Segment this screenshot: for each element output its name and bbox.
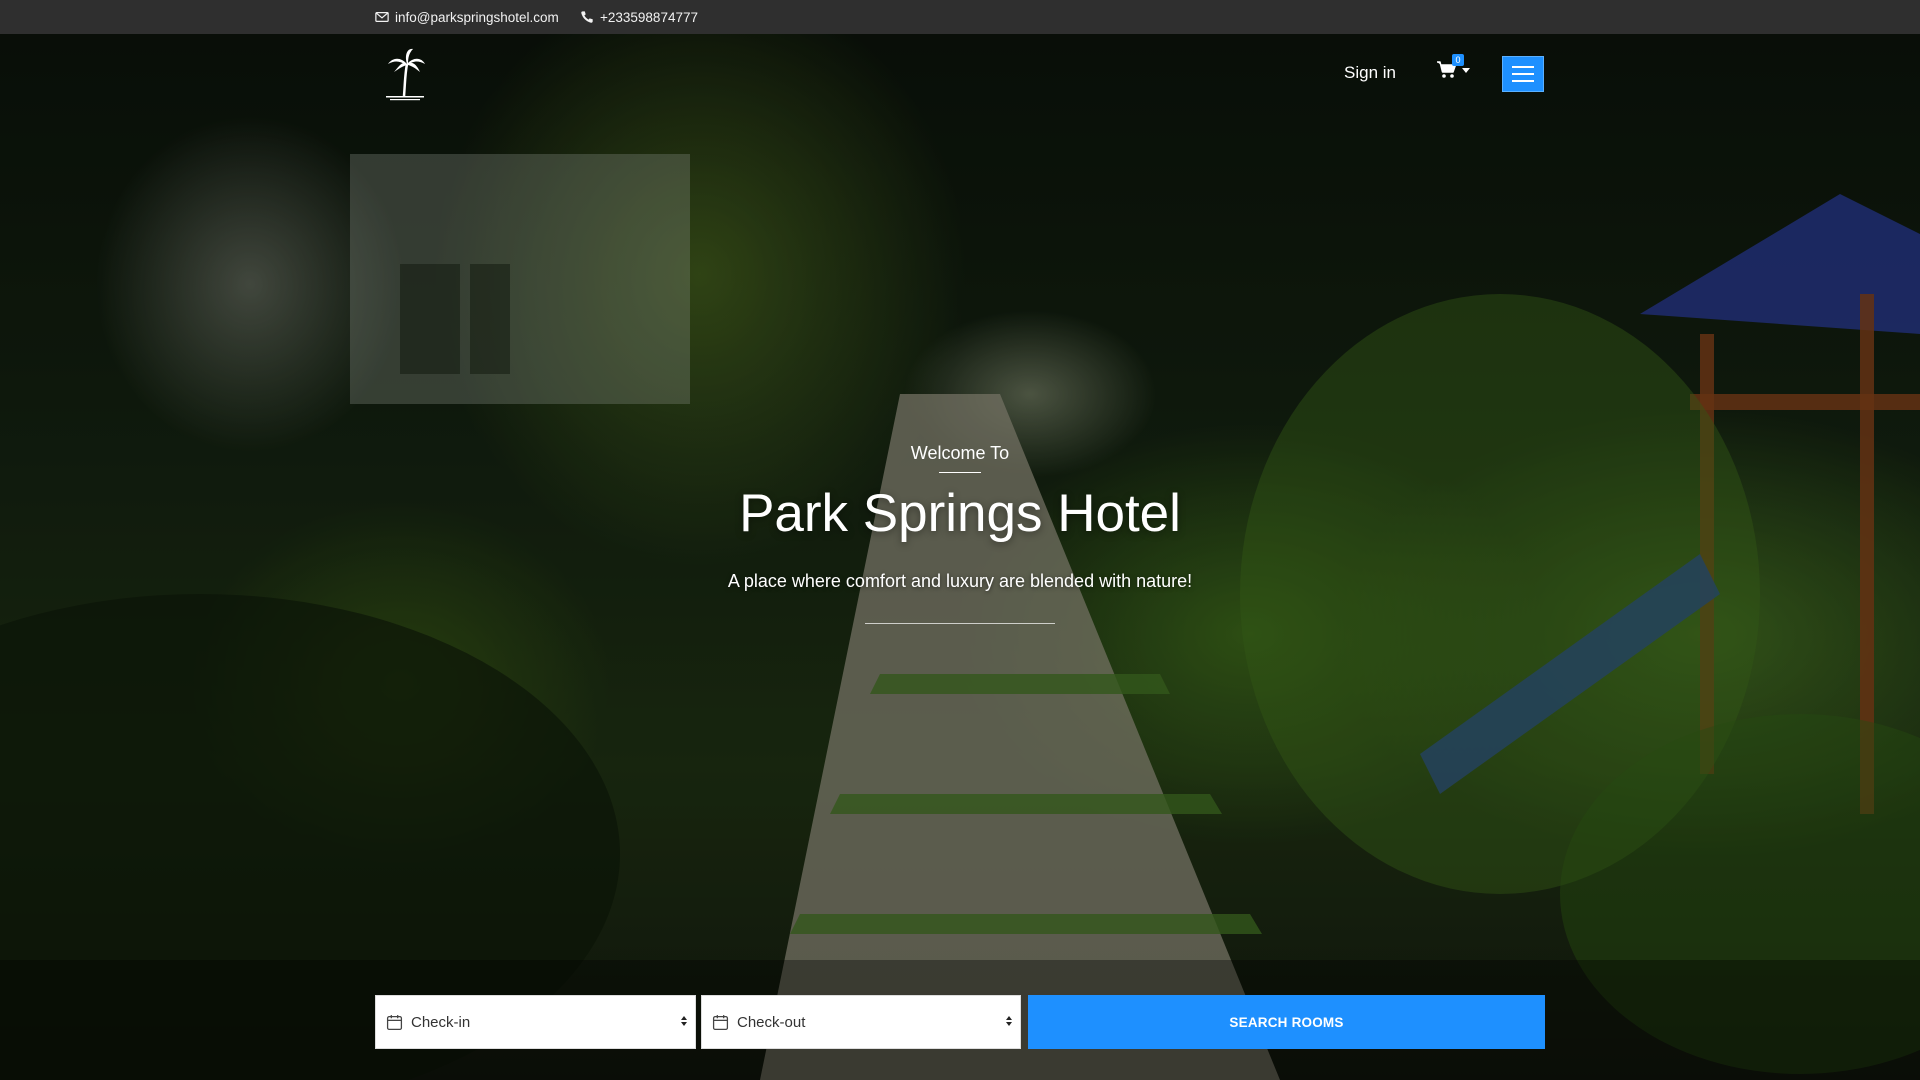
cart-count-badge: 0 [1452, 54, 1464, 66]
hamburger-line [1512, 80, 1534, 82]
calendar-icon [386, 1014, 403, 1030]
check-out-select[interactable]: Check-out [701, 995, 1021, 1049]
welcome-divider [939, 472, 981, 473]
phone-contact[interactable]: +233598874777 [580, 0, 698, 34]
phone-text: +233598874777 [600, 9, 698, 25]
check-in-placeholder: Check-in [411, 1013, 471, 1031]
hotel-tagline: A place where comfort and luxury are ble… [727, 571, 1193, 591]
check-out-placeholder: Check-out [737, 1013, 806, 1031]
email-text: info@parkspringshotel.com [395, 9, 559, 25]
check-in-select[interactable]: Check-in [375, 995, 696, 1049]
hotel-title: Park Springs Hotel [739, 484, 1181, 543]
calendar-icon [712, 1014, 729, 1030]
envelope-icon [375, 12, 389, 22]
welcome-subtitle: Welcome To [910, 443, 1010, 463]
hero-background [0, 34, 1920, 1080]
search-rooms-button[interactable]: SEARCH ROOMS [1028, 995, 1545, 1049]
tagline-divider [865, 623, 1055, 624]
chevron-down-icon [1462, 67, 1470, 73]
select-arrows-icon [681, 1016, 687, 1026]
top-contact-bar: info@parkspringshotel.com +233598874777 [0, 0, 1920, 34]
palm-tree-logo[interactable] [380, 46, 430, 102]
cart-button[interactable]: 0 [1436, 54, 1470, 80]
hero-overlay [0, 34, 1920, 1080]
phone-icon [581, 11, 593, 23]
sign-in-link[interactable]: Sign in [1344, 63, 1396, 83]
select-arrows-icon [1006, 1016, 1012, 1026]
hamburger-menu-button[interactable] [1502, 56, 1544, 92]
email-contact[interactable]: info@parkspringshotel.com [375, 0, 559, 34]
hamburger-menu-icon [1512, 66, 1534, 68]
hamburger-line [1512, 73, 1534, 75]
